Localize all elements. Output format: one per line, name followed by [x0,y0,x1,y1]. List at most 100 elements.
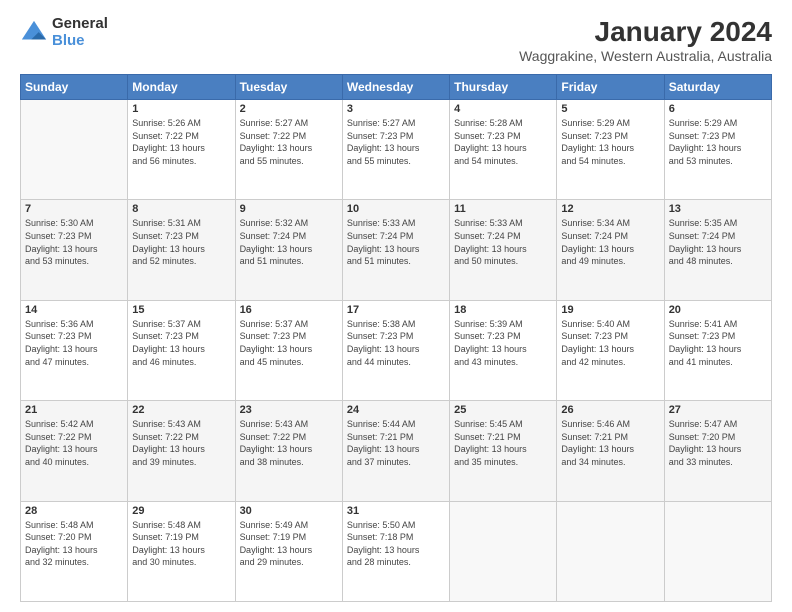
day-number: 2 [240,103,338,115]
day-number: 28 [25,505,123,517]
day-info-line: Sunrise: 5:47 AM [669,418,767,431]
day-info: Sunrise: 5:31 AMSunset: 7:23 PMDaylight:… [132,217,230,267]
table-row: 18Sunrise: 5:39 AMSunset: 7:23 PMDayligh… [450,300,557,400]
table-row: 4Sunrise: 5:28 AMSunset: 7:23 PMDaylight… [450,100,557,200]
day-info-line: Sunset: 7:18 PM [347,531,445,544]
day-info-line: Daylight: 13 hours [347,443,445,456]
day-info-line: Sunset: 7:24 PM [454,230,552,243]
day-info: Sunrise: 5:39 AMSunset: 7:23 PMDaylight:… [454,318,552,368]
day-info-line: Sunset: 7:19 PM [240,531,338,544]
day-info-line: and 43 minutes. [454,356,552,369]
day-info-line: and 54 minutes. [454,155,552,168]
day-info-line: and 40 minutes. [25,456,123,469]
day-info: Sunrise: 5:44 AMSunset: 7:21 PMDaylight:… [347,418,445,468]
day-info-line: Sunrise: 5:45 AM [454,418,552,431]
day-info-line: Daylight: 13 hours [25,544,123,557]
day-info-line: Daylight: 13 hours [454,142,552,155]
day-info-line: Daylight: 13 hours [132,544,230,557]
day-info-line: Sunrise: 5:31 AM [132,217,230,230]
day-number: 13 [669,203,767,215]
table-row [450,501,557,601]
table-row: 19Sunrise: 5:40 AMSunset: 7:23 PMDayligh… [557,300,664,400]
day-info-line: Sunset: 7:22 PM [240,431,338,444]
day-info-line: and 55 minutes. [347,155,445,168]
day-info-line: Sunrise: 5:29 AM [669,117,767,130]
day-info-line: and 37 minutes. [347,456,445,469]
day-info-line: Daylight: 13 hours [561,243,659,256]
day-number: 25 [454,404,552,416]
day-info-line: Sunset: 7:23 PM [669,130,767,143]
day-info-line: Sunset: 7:20 PM [25,531,123,544]
table-row: 7Sunrise: 5:30 AMSunset: 7:23 PMDaylight… [21,200,128,300]
col-monday: Monday [128,75,235,100]
calendar-header-row: Sunday Monday Tuesday Wednesday Thursday… [21,75,772,100]
table-row: 8Sunrise: 5:31 AMSunset: 7:23 PMDaylight… [128,200,235,300]
table-row [21,100,128,200]
day-info: Sunrise: 5:45 AMSunset: 7:21 PMDaylight:… [454,418,552,468]
day-number: 29 [132,505,230,517]
day-info-line: Sunset: 7:23 PM [454,330,552,343]
table-row: 28 Sunrise: 5:48 AMSunset: 7:20 PMDayligh… [21,501,128,601]
day-info-line: Daylight: 13 hours [240,443,338,456]
day-info-line: Daylight: 13 hours [669,142,767,155]
day-info-line: and 32 minutes. [25,556,123,569]
page: General Blue January 2024 Waggrakine, We… [0,0,792,612]
day-info-line: and 42 minutes. [561,356,659,369]
day-info: Sunrise: 5:35 AMSunset: 7:24 PMDaylight:… [669,217,767,267]
table-row: 30Sunrise: 5:49 AMSunset: 7:19 PMDayligh… [235,501,342,601]
day-info-line: Sunset: 7:23 PM [25,330,123,343]
day-info: Sunrise: 5:49 AMSunset: 7:19 PMDaylight:… [240,519,338,569]
table-row: 2Sunrise: 5:27 AMSunset: 7:22 PMDaylight… [235,100,342,200]
day-info-line: Sunrise: 5:46 AM [561,418,659,431]
day-info: Sunrise: 5:37 AMSunset: 7:23 PMDaylight:… [132,318,230,368]
day-info: Sunrise: 5:40 AMSunset: 7:23 PMDaylight:… [561,318,659,368]
col-tuesday: Tuesday [235,75,342,100]
calendar-title: January 2024 [519,16,772,48]
day-info-line: and 45 minutes. [240,356,338,369]
day-info-line: Sunset: 7:23 PM [561,330,659,343]
day-info-line: Sunrise: 5:34 AM [561,217,659,230]
day-info-line: Sunset: 7:23 PM [669,330,767,343]
day-info-line: Sunrise: 5:40 AM [561,318,659,331]
day-info-line: Daylight: 13 hours [240,142,338,155]
day-info-line: and 53 minutes. [25,255,123,268]
day-info-line: Sunrise: 5:44 AM [347,418,445,431]
day-info-line: Daylight: 13 hours [454,243,552,256]
day-info-line: and 29 minutes. [240,556,338,569]
day-info-line: Daylight: 13 hours [347,243,445,256]
day-info: Sunrise: 5:50 AMSunset: 7:18 PMDaylight:… [347,519,445,569]
calendar-week-row: 7Sunrise: 5:30 AMSunset: 7:23 PMDaylight… [21,200,772,300]
day-info: Sunrise: 5:48 AMSunset: 7:20 PMDaylight:… [25,519,123,569]
table-row [664,501,771,601]
day-number: 22 [132,404,230,416]
day-info-line: Sunset: 7:23 PM [240,330,338,343]
calendar-subtitle: Waggrakine, Western Australia, Australia [519,48,772,64]
day-info-line: Sunrise: 5:38 AM [347,318,445,331]
table-row: 6Sunrise: 5:29 AMSunset: 7:23 PMDaylight… [664,100,771,200]
day-number: 9 [240,203,338,215]
day-number: 10 [347,203,445,215]
day-info-line: and 30 minutes. [132,556,230,569]
day-info-line: Sunrise: 5:27 AM [240,117,338,130]
day-info-line: Daylight: 13 hours [132,443,230,456]
day-info-line: and 34 minutes. [561,456,659,469]
table-row: 9Sunrise: 5:32 AMSunset: 7:24 PMDaylight… [235,200,342,300]
calendar-table: Sunday Monday Tuesday Wednesday Thursday… [20,74,772,602]
day-info-line: and 33 minutes. [669,456,767,469]
day-info: Sunrise: 5:26 AMSunset: 7:22 PMDaylight:… [132,117,230,167]
day-info-line: Sunset: 7:24 PM [347,230,445,243]
day-info-line: Sunrise: 5:32 AM [240,217,338,230]
day-info: Sunrise: 5:36 AMSunset: 7:23 PMDaylight:… [25,318,123,368]
day-info-line: Sunset: 7:20 PM [669,431,767,444]
day-number: 5 [561,103,659,115]
day-info-line: Sunrise: 5:29 AM [561,117,659,130]
day-info: Sunrise: 5:47 AMSunset: 7:20 PMDaylight:… [669,418,767,468]
day-info-line: and 39 minutes. [132,456,230,469]
table-row: 23Sunrise: 5:43 AMSunset: 7:22 PMDayligh… [235,401,342,501]
table-row: 13 Sunrise: 5:35 AMSunset: 7:24 PMDayligh… [664,200,771,300]
table-row: 16Sunrise: 5:37 AMSunset: 7:23 PMDayligh… [235,300,342,400]
day-info-line: and 53 minutes. [669,155,767,168]
day-number: 21 [25,404,123,416]
day-info-line: and 51 minutes. [347,255,445,268]
day-number: 15 [132,304,230,316]
